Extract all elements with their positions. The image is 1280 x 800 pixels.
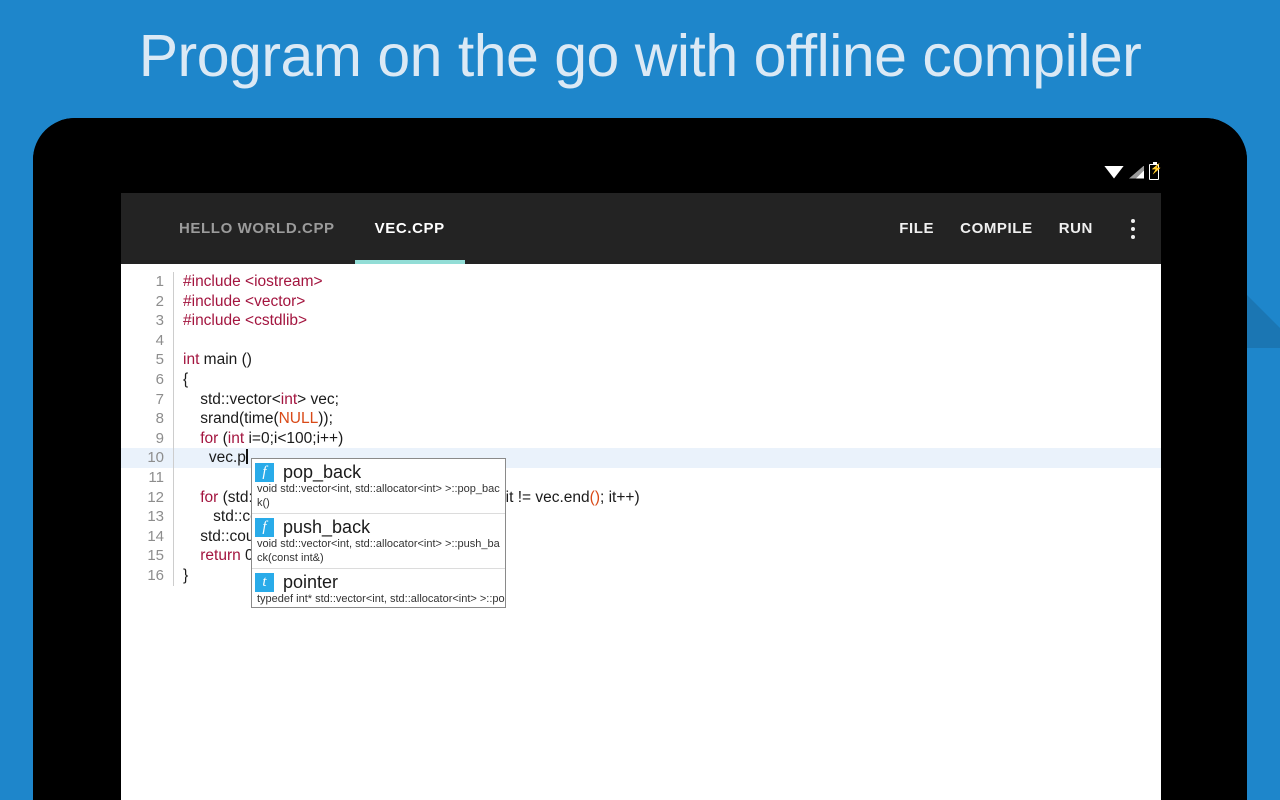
code-line-text: { [183, 370, 189, 388]
tab-vec-cpp[interactable]: VEC.CPP [354, 193, 465, 264]
autocomplete-item-head: t pointer [252, 569, 505, 593]
android-status-bar [33, 118, 1247, 193]
autocomplete-item[interactable]: f push_back void std::vector<int, std::all… [252, 514, 505, 569]
ide-app-screen: HELLO WORLD.CPP VEC.CPP FILE COMPILE RUN… [121, 193, 1161, 800]
function-kind-icon: f [255, 518, 274, 537]
line-number: 5 [155, 351, 164, 369]
code-line-row[interactable]: 1 #include <iostream> [121, 272, 1161, 292]
line-number: 16 [147, 566, 164, 584]
line-number: 8 [155, 410, 164, 428]
code-editor[interactable]: 1 #include <iostream> 2 #include <vector> 3 #… [121, 264, 1161, 800]
code-line-row[interactable]: 3 #include <cstdlib> [121, 311, 1161, 331]
more-options-icon[interactable] [1121, 216, 1145, 242]
line-number: 3 [155, 312, 164, 330]
code-line-text: #include <vector> [183, 292, 306, 310]
function-kind-icon: f [255, 463, 274, 482]
battery-charging-icon [1149, 161, 1163, 180]
autocomplete-item[interactable]: t pointer typedef int* std::vector<int, st… [252, 569, 505, 607]
line-number: 4 [155, 331, 164, 349]
file-tab-bar: HELLO WORLD.CPP VEC.CPP [159, 193, 465, 264]
autocomplete-item-name: push_back [283, 517, 371, 537]
code-line-row[interactable]: 4 [121, 330, 1161, 351]
code-line-row[interactable]: 6{ [121, 369, 1161, 390]
compile-button[interactable]: COMPILE [960, 220, 1033, 237]
code-line-text: std::vector<int> vec; [183, 390, 339, 408]
wifi-icon [1104, 165, 1124, 179]
tab-label: HELLO WORLD.CPP [179, 220, 335, 237]
tab-hello-world-cpp[interactable]: HELLO WORLD.CPP [159, 193, 355, 264]
line-number: 11 [148, 468, 164, 486]
line-number: 9 [155, 429, 164, 447]
line-number: 13 [147, 508, 164, 526]
line-number: 7 [155, 390, 164, 408]
code-line-text: #include <iostream> [183, 273, 323, 290]
tablet-device-frame: HELLO WORLD.CPP VEC.CPP FILE COMPILE RUN… [33, 118, 1247, 800]
text-cursor [246, 449, 248, 465]
autocomplete-item-head: f pop_back [252, 459, 505, 483]
code-line-row[interactable]: 2 #include <vector> [121, 291, 1161, 312]
line-number: 6 [155, 370, 164, 388]
autocomplete-item-signature: void std::vector<int, std::allocator<int… [257, 538, 500, 564]
autocomplete-item-name: pointer [283, 572, 339, 592]
app-toolbar: HELLO WORLD.CPP VEC.CPP FILE COMPILE RUN [121, 193, 1161, 264]
line-number: 1 [155, 273, 164, 290]
code-line-text [174, 331, 1161, 351]
code-line-row[interactable]: 5 int main () [121, 350, 1161, 370]
code-line-row[interactable]: 7 std::vector<int> vec; [121, 389, 1161, 410]
tab-label: VEC.CPP [374, 220, 445, 237]
autocomplete-item-signature: void std::vector<int, std::allocator<int… [257, 483, 500, 509]
line-number: 10 [147, 449, 164, 467]
code-line-text: for (int i=0;i<100;i++) [200, 429, 344, 447]
page-title: Program on the go with offline compiler [138, 23, 1142, 89]
code-line-row[interactable]: 9 for (int i=0;i<100;i++) [121, 428, 1161, 449]
code-line-text: int main () [183, 351, 252, 369]
code-line-text: srand(time(NULL)); [183, 410, 333, 428]
autocomplete-popup[interactable]: f pop_back void std::vector<int, std::allo… [251, 458, 506, 608]
autocomplete-item[interactable]: f pop_back void std::vector<int, std::allo… [252, 459, 505, 514]
toolbar-actions: FILE COMPILE RUN [899, 193, 1145, 264]
line-number: 14 [147, 527, 164, 545]
code-line-text: #include <cstdlib> [183, 312, 308, 330]
file-menu-button[interactable]: FILE [899, 220, 934, 237]
autocomplete-item-name: pop_back [283, 462, 362, 482]
autocomplete-item-signature: typedef int* std::vector<int, std::alloc… [257, 593, 505, 607]
run-button[interactable]: RUN [1059, 220, 1093, 237]
line-number: 2 [155, 292, 164, 310]
cellular-signal-icon [1129, 165, 1144, 179]
code-line-row[interactable]: 8 srand(time(NULL)); [121, 409, 1161, 429]
line-number: 12 [147, 488, 164, 506]
status-bar-icons [1104, 161, 1163, 180]
autocomplete-item-head: f push_back [252, 514, 505, 538]
line-number: 15 [147, 547, 164, 565]
type-kind-icon: t [255, 573, 274, 592]
